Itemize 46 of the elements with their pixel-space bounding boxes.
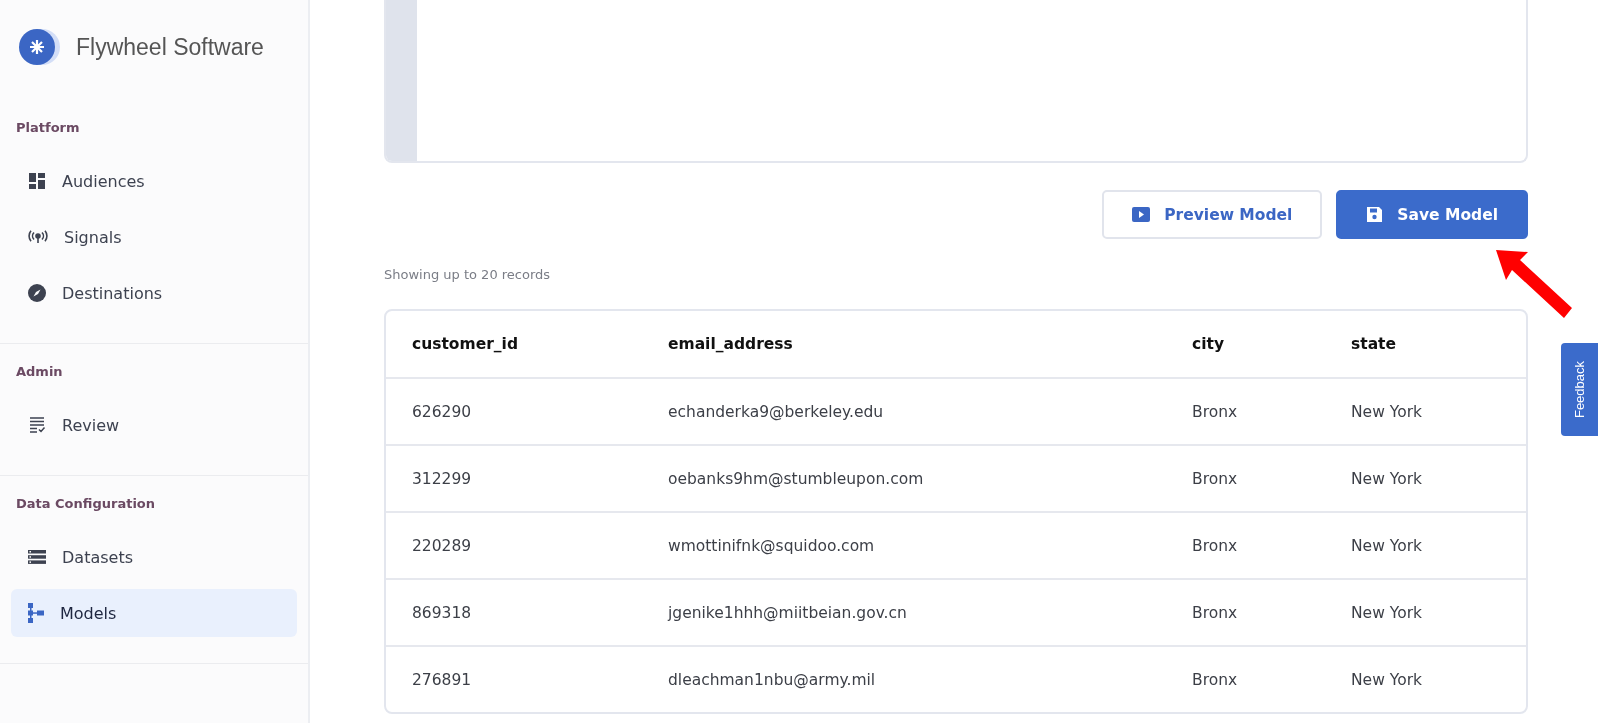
play-icon bbox=[1132, 207, 1151, 222]
sidebar-item[interactable]: Datasets bbox=[11, 533, 297, 581]
table-cell-text: wmottinifnk@squidoo.com bbox=[668, 536, 876, 555]
table-cell-text: New York bbox=[1351, 536, 1423, 555]
table-cell-text: jgenike1hhh@miitbeian.gov.cn bbox=[668, 603, 908, 622]
table-cell-text: 869318 bbox=[412, 603, 473, 622]
hierarchy-icon bbox=[28, 603, 44, 623]
table-cell-text: Bronx bbox=[1192, 536, 1239, 555]
sidebar-item[interactable]: Signals bbox=[11, 213, 297, 261]
table-cell-text: 312299 bbox=[412, 469, 473, 488]
column-header: customer_id bbox=[412, 335, 519, 353]
compass-icon bbox=[28, 284, 46, 302]
table-cell-text: 276891 bbox=[412, 670, 473, 689]
table-cell-text: New York bbox=[1351, 670, 1423, 689]
table-cell-text: Bronx bbox=[1192, 670, 1239, 689]
table-cell-text: Bronx bbox=[1192, 469, 1239, 488]
table-cell-text: 626290 bbox=[412, 402, 473, 421]
preview-button[interactable]: Preview Model bbox=[1102, 190, 1323, 239]
feedback-tab[interactable]: Feedback bbox=[1561, 343, 1598, 436]
sidebar-item[interactable]: Models bbox=[11, 589, 297, 637]
checklist-icon bbox=[28, 416, 46, 434]
dashboard-icon bbox=[28, 172, 46, 190]
list-icon bbox=[28, 549, 46, 565]
column-header: email_address bbox=[668, 335, 794, 353]
table-cell-text: 220289 bbox=[412, 536, 473, 555]
table-cell-text: New York bbox=[1351, 402, 1423, 421]
section-title: Platform bbox=[15, 119, 81, 137]
brand-name: Flywheel Software bbox=[76, 33, 264, 61]
table-cell-text: New York bbox=[1351, 469, 1423, 488]
column-header: city bbox=[1192, 335, 1225, 353]
column-header: state bbox=[1351, 335, 1398, 353]
section-title: Admin bbox=[15, 363, 64, 381]
sidebar-item[interactable]: Destinations bbox=[11, 269, 297, 317]
table-cell-text: dleachman1nbu@army.mil bbox=[668, 670, 877, 689]
save-button[interactable]: Save Model bbox=[1336, 190, 1528, 239]
code-editor[interactable] bbox=[384, 0, 1528, 163]
sidebar-item[interactable]: Audiences bbox=[11, 157, 297, 205]
records-note: Showing up to 20 records bbox=[384, 267, 552, 282]
signal-icon bbox=[28, 230, 48, 244]
table-cell-text: Bronx bbox=[1192, 603, 1239, 622]
table-cell-text: New York bbox=[1351, 603, 1423, 622]
sidebar-item[interactable]: Review bbox=[11, 401, 297, 449]
table-cell-text: oebanks9hm@stumbleupon.com bbox=[668, 469, 925, 488]
table-cell-text: echanderka9@berkeley.edu bbox=[668, 402, 885, 421]
section-title: Data Configuration bbox=[15, 495, 157, 513]
table-cell-text: Bronx bbox=[1192, 402, 1239, 421]
